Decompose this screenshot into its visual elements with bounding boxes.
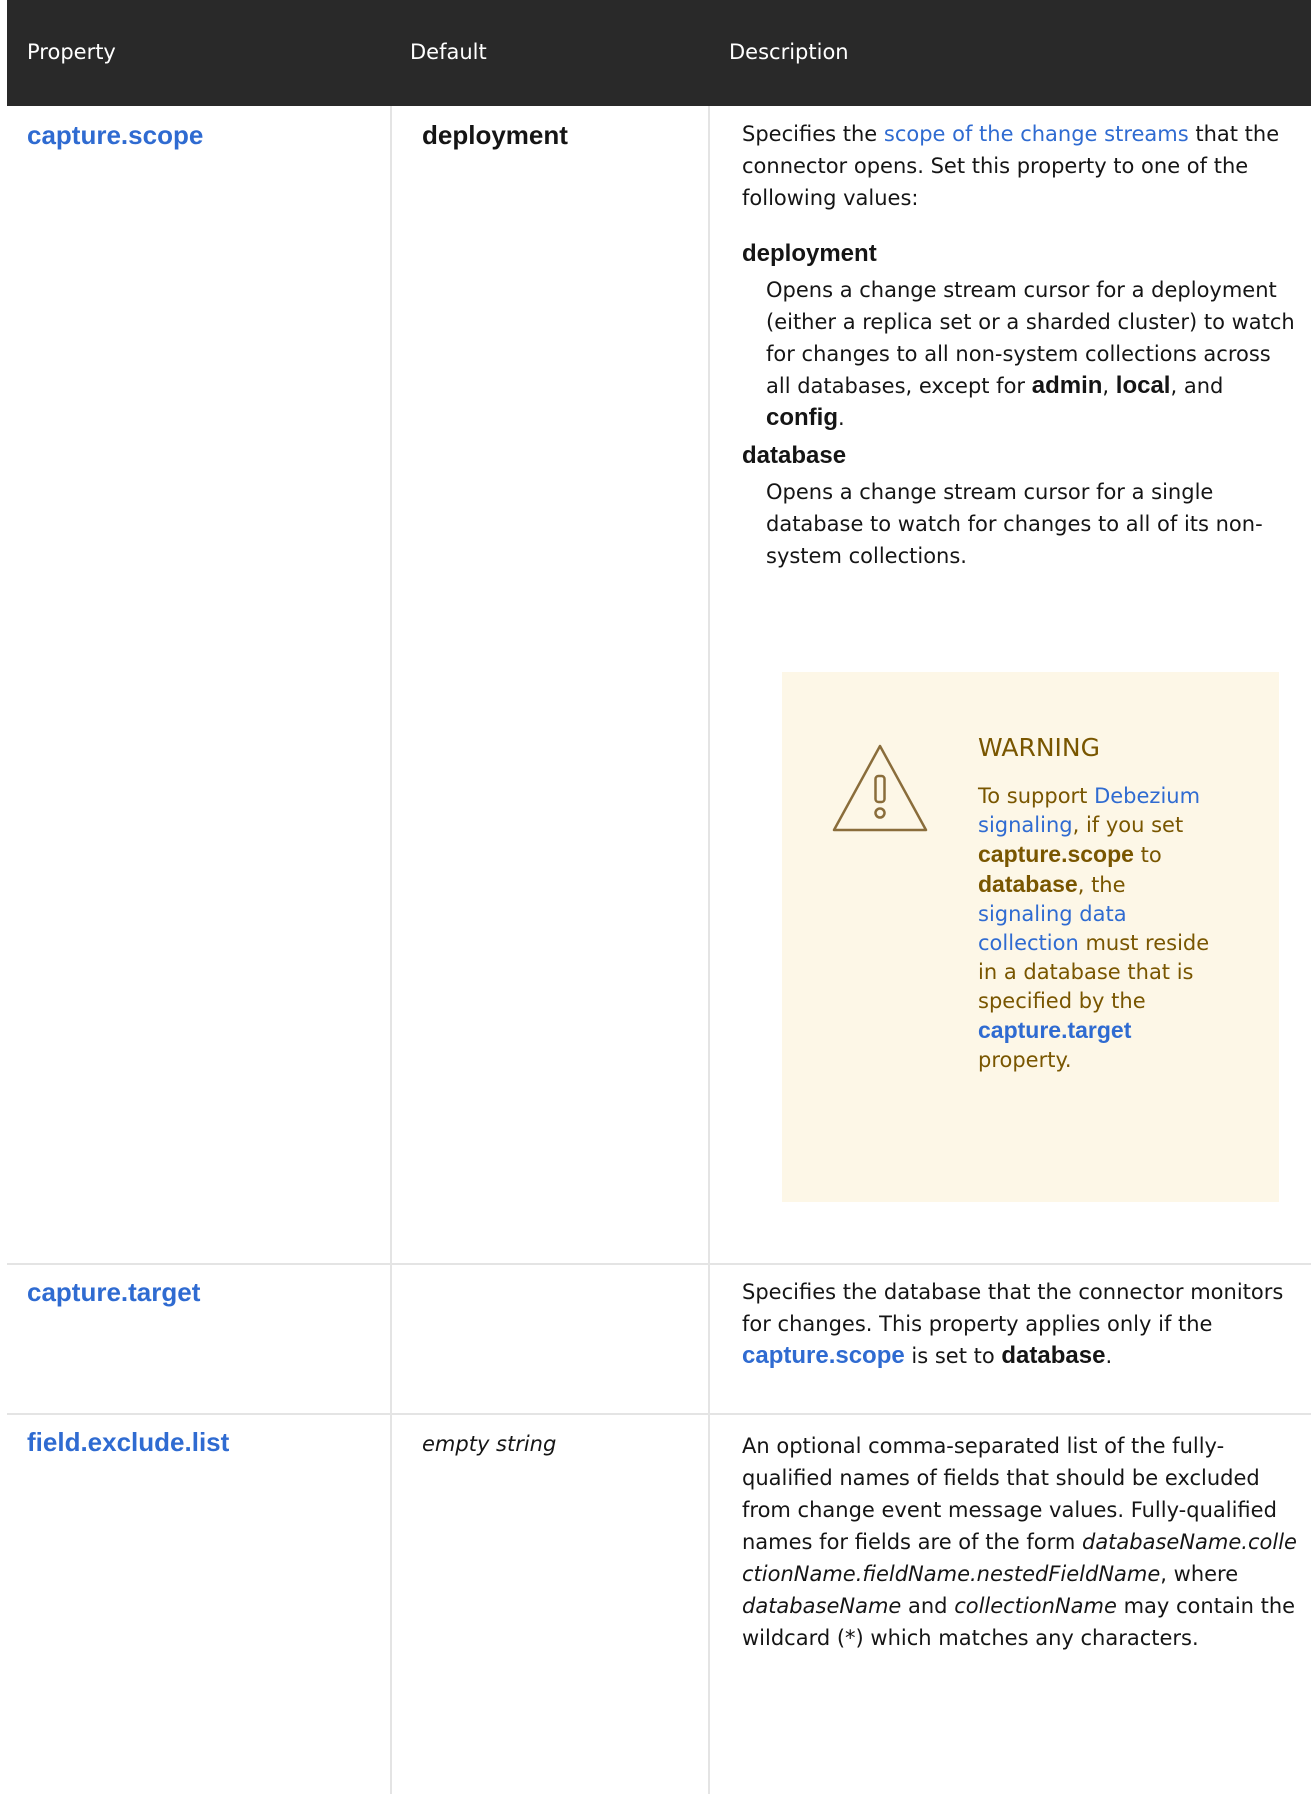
row-divider: [7, 1263, 1311, 1265]
description-cell: An optional comma-separated list of the …: [742, 1434, 1297, 1650]
capture-target-link[interactable]: capture.target: [978, 1017, 1131, 1043]
code-database: database: [978, 871, 1078, 897]
warning-admonition: WARNING To support Debezium signaling, i…: [782, 672, 1279, 1202]
property-link-field-exclude-list[interactable]: field.exclude.list: [27, 1427, 229, 1458]
column-divider: [708, 106, 710, 1794]
warning-text: To support Debezium signaling, if you se…: [978, 784, 1210, 1072]
description-paragraph: Specifies the scope of the change stream…: [742, 122, 1280, 210]
code-config: config: [766, 404, 838, 431]
property-link-capture-scope[interactable]: capture.scope: [27, 120, 203, 151]
code-database: database: [1001, 1342, 1106, 1369]
property-link-capture-target[interactable]: capture.target: [27, 1277, 200, 1308]
header-property: Property: [27, 40, 116, 64]
column-divider: [390, 106, 392, 1794]
code-local: local: [1115, 372, 1171, 399]
capture-scope-link[interactable]: capture.scope: [742, 1342, 905, 1369]
code-admin: admin: [1031, 372, 1103, 399]
header-description: Description: [729, 40, 849, 64]
scope-of-change-streams-link[interactable]: scope of the change streams: [884, 122, 1189, 146]
code-capture-scope: capture.scope: [978, 841, 1134, 867]
values-list: deployment Opens a change stream cursor …: [742, 238, 1297, 572]
default-value: deployment: [422, 120, 568, 150]
value-definition-database: Opens a change stream cursor for a singl…: [766, 480, 1263, 568]
warning-triangle-icon: [832, 744, 928, 832]
default-value: empty string: [422, 1432, 557, 1456]
value-term-deployment: deployment: [742, 240, 877, 267]
warning-title: WARNING: [978, 733, 1100, 762]
header-default: Default: [410, 40, 487, 64]
warning-body: WARNING To support Debezium signaling, i…: [978, 732, 1213, 1075]
description-cell: Specifies the database that the connecto…: [742, 1280, 1284, 1369]
value-term-database: database: [742, 442, 847, 469]
table-header: Property Default Description: [7, 0, 1311, 106]
var-database-name: databaseName: [742, 1594, 902, 1618]
var-collection-name: collectionName: [954, 1594, 1117, 1618]
row-divider: [7, 1413, 1311, 1415]
description-cell: Specifies the scope of the change stream…: [742, 118, 1297, 572]
value-definition-deployment: Opens a change stream cursor for a deplo…: [766, 278, 1295, 431]
